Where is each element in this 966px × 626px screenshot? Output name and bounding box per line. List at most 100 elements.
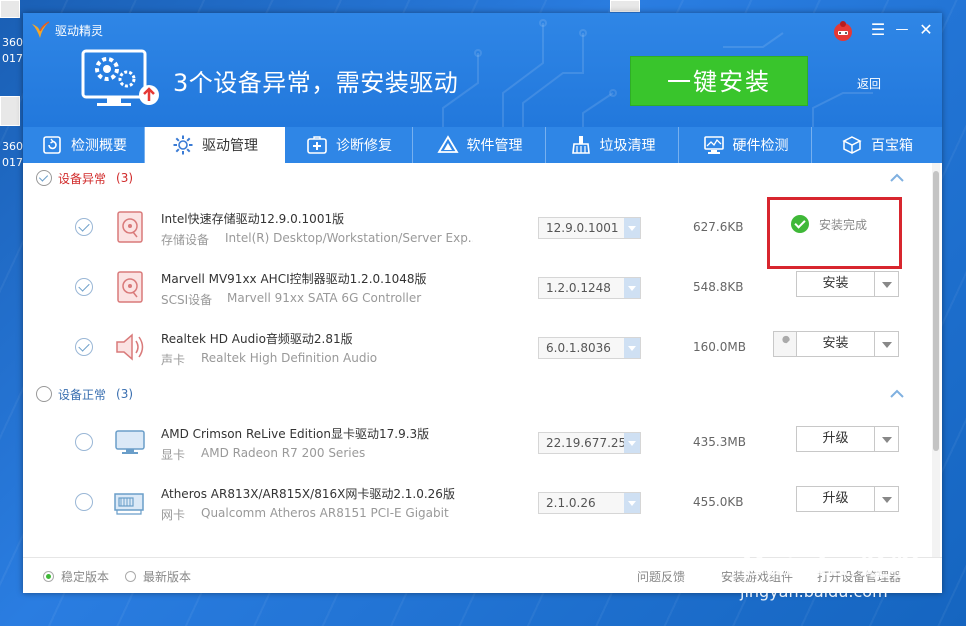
install-button[interactable]: 安装 [796,331,899,357]
baidu-watermark: Bai du 经验 [740,548,920,583]
desktop-label: 360 [2,36,23,49]
storage-icon [117,211,143,243]
device-type: 网卡 [161,508,186,522]
baidu-watermark-url: jingyan.baidu.com [740,582,888,601]
driver-name: Intel快速存储驱动12.9.0.1001版 [161,212,345,226]
tab-driver-management[interactable]: 驱动管理 [145,127,285,163]
tab-software-management[interactable]: 软件管理 [413,127,546,163]
stable-version-radio[interactable] [43,571,54,582]
close-button[interactable]: ✕ [915,19,937,41]
version-value: 22.19.677.25 [546,436,627,450]
app-title: 驱动精灵 [55,24,104,38]
driver-select-checkbox[interactable] [75,338,93,356]
chevron-up-icon[interactable] [888,385,906,403]
wrench-icon[interactable] [773,331,797,357]
latest-version-label[interactable]: 最新版本 [143,568,191,585]
tab-diagnose-repair[interactable]: 诊断修复 [285,127,413,163]
version-select[interactable]: 1.2.0.1248 [538,277,641,299]
driver-name: Realtek HD Audio音频驱动2.81版 [161,332,353,346]
refresh-icon [43,136,61,154]
device-description: Marvell 91xx SATA 6G Controller [227,291,422,305]
group-select-checkbox[interactable] [36,170,52,186]
network-card-icon [114,493,144,515]
scrollbar-thumb[interactable] [933,171,939,451]
chevron-up-icon[interactable] [888,169,906,187]
version-value: 12.9.0.1001 [546,221,619,235]
install-button[interactable]: 安装 [796,271,899,297]
gear-icon [173,135,193,155]
upgrade-button-label[interactable]: 升级 [797,487,875,511]
feedback-link[interactable]: 问题反馈 [637,568,685,585]
tab-label: 硬件检测 [732,138,789,154]
driver-name: AMD Crimson ReLive Edition显卡驱动17.9.3版 [161,427,430,441]
device-description: AMD Radeon R7 200 Series [201,446,366,460]
driver-name: Atheros AR813X/AR815X/816X网卡驱动2.1.0.26版 [161,487,455,501]
device-description: Qualcomm Atheros AR8151 PCI-E Gigabit... [201,506,449,520]
version-select[interactable]: 2.1.0.26 [538,492,641,514]
tab-junk-cleanup[interactable]: 垃圾清理 [546,127,679,163]
desktop-thumbnail[interactable] [0,0,20,18]
chevron-down-icon[interactable] [875,487,898,511]
chevron-down-icon[interactable] [875,272,898,296]
minimize-button[interactable]: — [891,19,913,41]
chevron-down-icon[interactable] [624,278,640,298]
driver-select-checkbox[interactable] [75,493,93,511]
version-value: 6.0.1.8036 [546,341,611,355]
hero-status-text: 3个设备异常，需安装驱动 [173,69,459,97]
chevron-down-icon[interactable] [875,427,898,451]
tab-label: 诊断修复 [336,138,392,154]
chevron-down-icon[interactable] [624,433,640,453]
version-select[interactable]: 22.19.677.25 [538,432,641,454]
ladybug-icon[interactable] [831,19,855,43]
driver-size: 160.0MB [693,340,746,354]
driver-select-checkbox[interactable] [75,278,93,296]
chevron-down-icon[interactable] [624,218,640,238]
scrollbar[interactable] [932,163,940,557]
driver-select-checkbox[interactable] [75,433,93,451]
chevron-down-icon[interactable] [624,493,640,513]
version-select[interactable]: 6.0.1.8036 [538,337,641,359]
device-description: Realtek High Definition Audio [201,351,378,365]
group-select-checkbox[interactable] [36,386,52,402]
tab-overview[interactable]: 检测概要 [23,127,145,163]
upgrade-button[interactable]: 升级 [796,426,899,452]
upgrade-button-label[interactable]: 升级 [797,427,875,451]
version-select[interactable]: 12.9.0.1001 [538,217,641,239]
desktop-label: 017 [2,156,23,169]
driver-row: Atheros AR813X/AR815X/816X网卡驱动2.1.0.26版 … [23,472,928,532]
monitor-icon [703,136,724,154]
chevron-down-icon[interactable] [624,338,640,358]
group-count: (3) [116,171,134,185]
latest-version-radio[interactable] [125,571,136,582]
app-logo-icon [32,21,50,38]
stable-version-label[interactable]: 稳定版本 [61,568,109,585]
wrench-icon [779,335,790,351]
menu-button[interactable]: ☰ [867,19,889,41]
device-type: SCSI设备 [161,293,213,307]
group-header-normal[interactable]: 设备正常 (3) [23,379,928,409]
install-button-label[interactable]: 安装 [797,332,875,356]
driver-size: 455.0KB [693,495,744,509]
back-link[interactable]: 返回 [857,75,881,92]
group-count: (3) [116,387,134,401]
driver-select-checkbox[interactable] [75,218,93,236]
driver-genius-window: 驱动精灵 ☰ — ✕ 3个设备异常，需安装驱动 一键安装 返回 检测概要 驱动管… [23,13,942,593]
desktop-thumbnail[interactable] [0,96,20,126]
driver-size: 435.3MB [693,435,746,449]
device-type: 声卡 [161,353,186,367]
group-header-abnormal[interactable]: 设备异常 (3) [23,163,928,193]
desktop-thumbnail[interactable] [610,0,640,12]
chevron-down-icon[interactable] [875,332,898,356]
medkit-icon [307,136,327,154]
desktop-label: 017 [2,52,23,65]
device-type: 存储设备 [161,233,210,247]
tab-hardware-detection[interactable]: 硬件检测 [679,127,812,163]
tab-toolbox[interactable]: 百宝箱 [812,127,942,163]
driver-size: 627.6KB [693,220,744,234]
title-bar: 驱动精灵 ☰ — ✕ [23,13,942,47]
one-click-install-button[interactable]: 一键安装 [630,56,808,106]
install-button-label[interactable]: 安装 [797,272,875,296]
desktop-label: 360 [2,140,23,153]
tab-label: 软件管理 [466,138,523,154]
upgrade-button[interactable]: 升级 [796,486,899,512]
